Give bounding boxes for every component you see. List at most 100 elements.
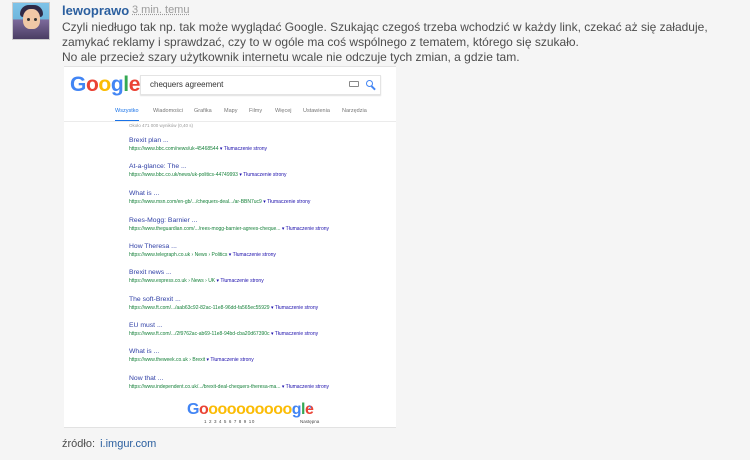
google-logo-letter: g <box>110 73 124 96</box>
pagination-logo-letter: o <box>282 401 292 418</box>
google-logo: Google <box>70 73 140 97</box>
page-numbers: 1 2 3 4 5 6 7 8 9 10 <box>204 419 255 424</box>
pagination-logo-letter: o <box>245 401 255 418</box>
search-result-url-text: https://www.express.co.uk › News › UK <box>129 278 216 284</box>
search-result-title: How Theresa ... <box>129 243 177 250</box>
embedded-google-screenshot[interactable]: Google chequers agreement Wszystko Wiado… <box>64 66 396 428</box>
tab-tools: Narzędzia <box>342 108 367 114</box>
google-header: Google chequers agreement <box>64 67 396 99</box>
pagination-logo-letter: G <box>187 401 199 418</box>
search-result-title: Brexit plan ... <box>129 137 169 144</box>
google-logo-letter: o <box>98 73 111 96</box>
search-result-url-text: https://www.ft.com/.../2f9762ac-ab69-11e… <box>129 331 270 337</box>
page-number: 5 <box>223 419 227 424</box>
tab-images: Grafika <box>194 108 212 114</box>
google-pagination: Goooooooooogle › 1 2 3 4 5 6 7 8 9 10 Na… <box>187 401 337 427</box>
page-number: 4 <box>218 419 223 424</box>
translate-link: ▾ Tłumaczenie strony <box>281 226 330 232</box>
search-result-title: What is ... <box>129 190 160 197</box>
source-line: źródło: i.imgur.com <box>62 438 156 450</box>
page-number: 1 <box>204 419 208 424</box>
translate-link: ▾ Tłumaczenie strony <box>270 331 319 337</box>
page-number: 2 <box>208 419 213 424</box>
comment-body: Czyli niedługo tak np. tak może wyglądać… <box>62 20 742 65</box>
search-result: What is ... https://www.theweek.co.uk › … <box>129 348 384 363</box>
search-result-url: https://www.express.co.uk › News › UK ▾ … <box>129 278 384 284</box>
search-result-url-text: https://www.ft.com/.../aab63c92-82ac-11e… <box>129 305 270 311</box>
search-result-url: https://www.telegraph.co.uk › News › Pol… <box>129 252 384 258</box>
search-result: Rees-Mogg: Barnier ... https://www.thegu… <box>129 217 384 232</box>
google-search-box: chequers agreement <box>140 75 381 95</box>
google-logo-letter: o <box>85 73 99 96</box>
search-result-url-text: https://www.bbc.com/news/uk-45468544 <box>129 146 219 152</box>
search-result-url: https://www.ft.com/.../2f9762ac-ab69-11e… <box>129 331 384 337</box>
search-result: EU must ... https://www.ft.com/.../2f976… <box>129 322 384 337</box>
page-number: 7 <box>233 419 237 424</box>
translate-link: ▾ Tłumaczenie strony <box>228 252 276 258</box>
google-logo-letter: e <box>128 73 141 96</box>
page-number: 3 <box>213 419 218 424</box>
pagination-logo: Goooooooooogle <box>187 401 314 419</box>
search-result-url: https://www.bbc.com/news/uk-45468544 ▾ T… <box>129 146 384 152</box>
search-result-url: https://www.theweek.co.uk › Brexit ▾ Tłu… <box>129 357 384 363</box>
tabs-divider <box>64 121 396 122</box>
search-result-url: https://www.theguardian.com/.../rees-mog… <box>129 226 384 232</box>
search-result: Brexit news ... https://www.express.co.u… <box>129 269 384 284</box>
tab-settings: Ustawienia <box>303 108 330 114</box>
pagination-logo-letter: g <box>291 401 302 418</box>
tab-more: Więcej <box>275 108 292 114</box>
tab-all: Wszystko <box>115 106 139 122</box>
chevron-right-icon: › <box>308 402 312 413</box>
author-name[interactable]: lewoprawo <box>62 3 129 18</box>
search-result-url: https://www.msn.com/en-gb/.../chequers-d… <box>129 199 384 205</box>
comment-paragraph-2: No ale przecież szary użytkownik interne… <box>62 50 520 64</box>
pagination-logo-letter: o <box>198 401 209 418</box>
search-result: Brexit plan ... https://www.bbc.com/news… <box>129 137 384 152</box>
google-logo-letter: G <box>70 73 86 96</box>
tab-news: Wiadomości <box>153 108 183 114</box>
pagination-logo-letter: o <box>263 401 274 418</box>
search-result-url-text: https://www.telegraph.co.uk › News › Pol… <box>129 252 228 258</box>
search-result-url-text: https://www.msn.com/en-gb/.../chequers-d… <box>129 199 262 205</box>
google-search-query: chequers agreement <box>150 80 224 89</box>
avatar-eye-icon <box>27 18 30 21</box>
search-result-title: Brexit news ... <box>129 269 172 276</box>
translate-link: ▾ Tłumaczenie strony <box>239 172 287 178</box>
search-result-url: https://www.ft.com/.../aab63c92-82ac-11e… <box>129 305 384 311</box>
tab-maps: Mapy <box>224 108 238 114</box>
search-result-url: https://www.bbc.co.uk/news/uk-politics-4… <box>129 172 384 178</box>
pagination-logo-letter: o <box>254 401 265 418</box>
source-label: źródło: <box>62 438 96 450</box>
google-tabs: Wszystko Wiadomości Grafika Mapy Filmy W… <box>115 106 385 122</box>
comment-paragraph-1: Czyli niedługo tak np. tak może wyglądać… <box>62 20 708 49</box>
translate-link: ▾ Tłumaczenie strony <box>270 305 319 311</box>
translate-link: ▾ Tłumaczenie strony <box>263 199 311 205</box>
search-result-url-text: https://www.theweek.co.uk › Brexit <box>129 357 206 363</box>
pagination-logo-letter: o <box>236 401 246 418</box>
search-result-title: EU must ... <box>129 322 163 329</box>
search-result-title: What is ... <box>129 348 160 355</box>
search-result-url-text: https://www.theguardian.com/.../rees-mog… <box>129 226 281 232</box>
search-icon <box>366 80 373 87</box>
search-result: At-a-glance: The ... https://www.bbc.co.… <box>129 163 384 178</box>
pagination-logo-letter: o <box>226 401 237 418</box>
pagination-logo-letter: o <box>217 401 228 418</box>
search-result-title: The soft-Brexit ... <box>129 296 181 303</box>
page-number: 8 <box>238 419 242 424</box>
comment-time[interactable]: 3 min. temu <box>132 4 189 16</box>
source-link[interactable]: i.imgur.com <box>100 438 156 450</box>
search-result-url-text: https://www.bbc.co.uk/news/uk-politics-4… <box>129 172 238 178</box>
translate-link: ▾ Tłumaczenie strony <box>216 278 264 284</box>
avatar-face-icon <box>23 9 40 29</box>
search-result-title: Rees-Mogg: Barnier ... <box>129 217 198 224</box>
page-number: 6 <box>228 419 232 424</box>
pagination-logo-letter: o <box>208 401 218 418</box>
search-result-title: At-a-glance: The ... <box>129 163 187 170</box>
search-result: What is ... https://www.msn.com/en-gb/..… <box>129 190 384 205</box>
search-result: Now that ... https://www.independent.co.… <box>129 375 384 390</box>
search-result: The soft-Brexit ... https://www.ft.com/.… <box>129 296 384 311</box>
avatar[interactable] <box>12 2 50 40</box>
next-page-label: Następna <box>300 419 320 424</box>
result-stats: Około 471 000 wyników (0,40 s) <box>129 123 194 128</box>
search-result-title: Now that ... <box>129 375 164 382</box>
